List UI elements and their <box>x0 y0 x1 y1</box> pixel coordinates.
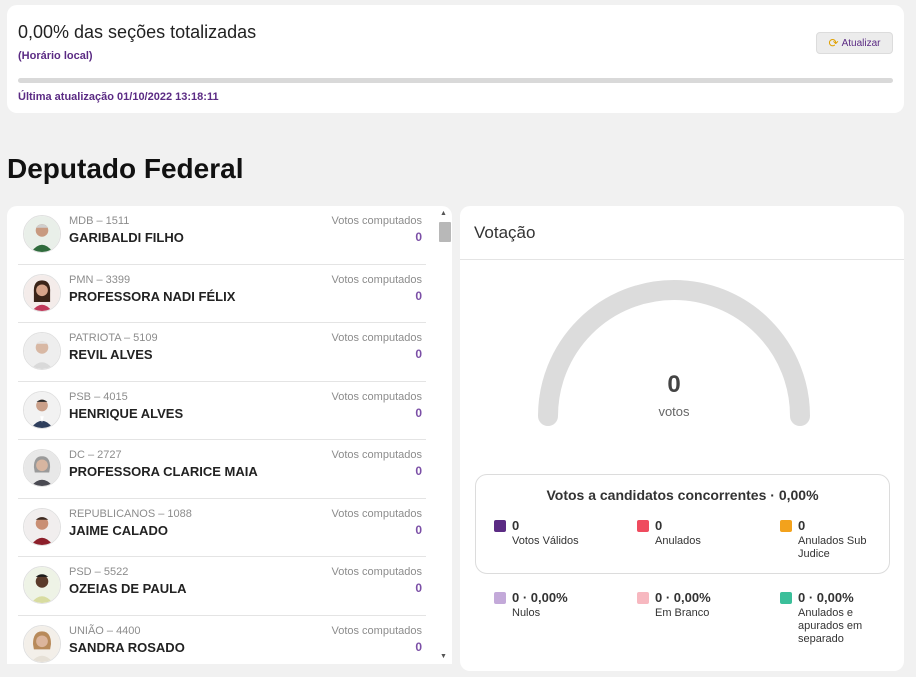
nulos-color-square <box>494 592 506 604</box>
candidate-photo <box>23 507 61 546</box>
stat-value: 0 <box>655 518 663 533</box>
candidate-party-number: PSD – 5522 <box>69 566 129 578</box>
stat-label: Em Branco <box>655 607 710 619</box>
votes-label: Votos computados <box>331 566 422 578</box>
candidate-name: HENRIQUE ALVES <box>69 405 184 421</box>
votes-label: Votos computados <box>331 507 422 520</box>
candidate-row[interactable]: PMN – 3399 PROFESSORA NADI FÉLIX Votos c… <box>18 265 426 323</box>
total-votes: 0 <box>667 371 681 398</box>
votes-label: Votos computados <box>331 332 422 344</box>
candidate-name: PROFESSORA CLARICE MAIA <box>69 464 258 479</box>
totalization-status-card: 0,00% das seções totalizadas (Horário lo… <box>7 5 904 113</box>
stat-value: 0 <box>798 518 806 533</box>
scroll-down-arrow-icon[interactable]: ▼ <box>440 653 447 660</box>
totalization-title: 0,00% das seções totalizadas <box>18 22 257 42</box>
candidate-name: SANDRA ROSADO <box>69 639 185 655</box>
candidate-name: JAIME CALADO <box>69 522 168 538</box>
local-time-note: (Horário local) <box>18 50 93 62</box>
candidate-photo <box>23 449 61 487</box>
candidates-panel: MDB – 1511 GARIBALDI FILHO Votos computa… <box>7 206 452 664</box>
candidate-list-scrollbar[interactable]: ▲ ▼ <box>436 206 452 664</box>
candidate-party-number: PMN – 3399 <box>69 273 131 286</box>
anulados-separado-color-square <box>780 592 792 604</box>
votos-validos-color-square <box>494 520 506 532</box>
votes-label: Votos computados <box>331 624 422 637</box>
totalization-progress-bar <box>18 78 893 83</box>
voting-panel: Votação 0 votos Votos a candidatos conco… <box>460 206 904 671</box>
refresh-label: Atualizar <box>841 37 881 49</box>
anulados-color-square <box>637 520 649 532</box>
stat-value: 0 · 0,00% <box>655 590 711 605</box>
candidate-row[interactable]: PSD – 5522 OZEIAS DE PAULA Votos computa… <box>18 557 426 616</box>
candidate-party-number: PATRIOTA – 5109 <box>69 332 158 344</box>
stat-value: 0 <box>512 518 520 533</box>
last-update-text: Última atualização 01/10/2022 13:18:11 <box>18 91 219 103</box>
stat-label: Anulados e apurados em separado <box>798 607 863 645</box>
votes-count: 0 <box>415 230 422 244</box>
stat-value: 0 · 0,00% <box>512 590 568 605</box>
scroll-up-arrow-icon[interactable]: ▲ <box>440 210 447 217</box>
votes-count: 0 <box>415 522 422 537</box>
candidate-name: REVIL ALVES <box>69 347 153 362</box>
divider <box>460 259 904 260</box>
candidate-party-number: PSB – 4015 <box>69 390 128 403</box>
candidate-photo <box>23 390 61 429</box>
stat-label: Anulados <box>655 535 701 547</box>
refresh-button[interactable]: ⟳ Atualizar <box>816 32 893 54</box>
office-title: Deputado Federal <box>7 153 244 184</box>
candidate-list: MDB – 1511 GARIBALDI FILHO Votos computa… <box>18 206 426 664</box>
votes-label: Votos computados <box>331 390 422 403</box>
votes-count: 0 <box>415 464 422 478</box>
em-branco-color-square <box>637 592 649 604</box>
candidate-name: PROFESSORA NADI FÉLIX <box>69 288 236 304</box>
votes-count: 0 <box>415 288 422 303</box>
stat-label: Votos Válidos <box>512 535 579 547</box>
candidate-row[interactable]: PATRIOTA – 5109 REVIL ALVES Votos comput… <box>18 323 426 382</box>
candidate-photo <box>23 332 61 370</box>
votes-count: 0 <box>415 347 422 361</box>
candidate-row[interactable]: UNIÃO – 4400 SANDRA ROSADO Votos computa… <box>18 616 426 665</box>
total-votes-unit: votos <box>658 404 690 419</box>
candidate-party-number: DC – 2727 <box>69 449 122 461</box>
scroll-thumb[interactable] <box>439 222 451 242</box>
votes-count: 0 <box>415 581 422 595</box>
candidate-photo <box>23 624 61 663</box>
candidate-row[interactable]: REPUBLICANOS – 1088 JAIME CALADO Votos c… <box>18 499 426 557</box>
candidate-photo <box>23 215 61 253</box>
votes-label: Votos computados <box>331 273 422 286</box>
voting-header: Votação <box>474 223 536 242</box>
candidate-row[interactable]: DC – 2727 PROFESSORA CLARICE MAIA Votos … <box>18 440 426 499</box>
refresh-icon: ⟳ <box>828 36 839 50</box>
candidate-name: OZEIAS DE PAULA <box>69 581 187 596</box>
votes-label: Votos computados <box>331 215 422 227</box>
candidate-party-number: MDB – 1511 <box>69 215 130 227</box>
candidate-photo <box>23 273 61 312</box>
candidate-party-number: REPUBLICANOS – 1088 <box>69 507 192 520</box>
stat-label: Nulos <box>512 607 541 619</box>
candidate-row[interactable]: MDB – 1511 GARIBALDI FILHO Votos computa… <box>18 206 426 265</box>
summary-title: Votos a candidatos concorrentes · 0,00% <box>546 487 819 503</box>
votes-count: 0 <box>415 639 422 654</box>
votes-label: Votos computados <box>331 449 422 461</box>
candidate-row[interactable]: PSB – 4015 HENRIQUE ALVES Votos computad… <box>18 382 426 440</box>
candidate-party-number: UNIÃO – 4400 <box>69 624 141 637</box>
candidate-photo <box>23 566 61 604</box>
candidate-name: GARIBALDI FILHO <box>69 230 184 245</box>
votes-count: 0 <box>415 405 422 420</box>
stat-value: 0 · 0,00% <box>798 590 854 605</box>
anulados-sub-judice-color-square <box>780 520 792 532</box>
stat-label: Anulados Sub Judice <box>798 535 867 560</box>
